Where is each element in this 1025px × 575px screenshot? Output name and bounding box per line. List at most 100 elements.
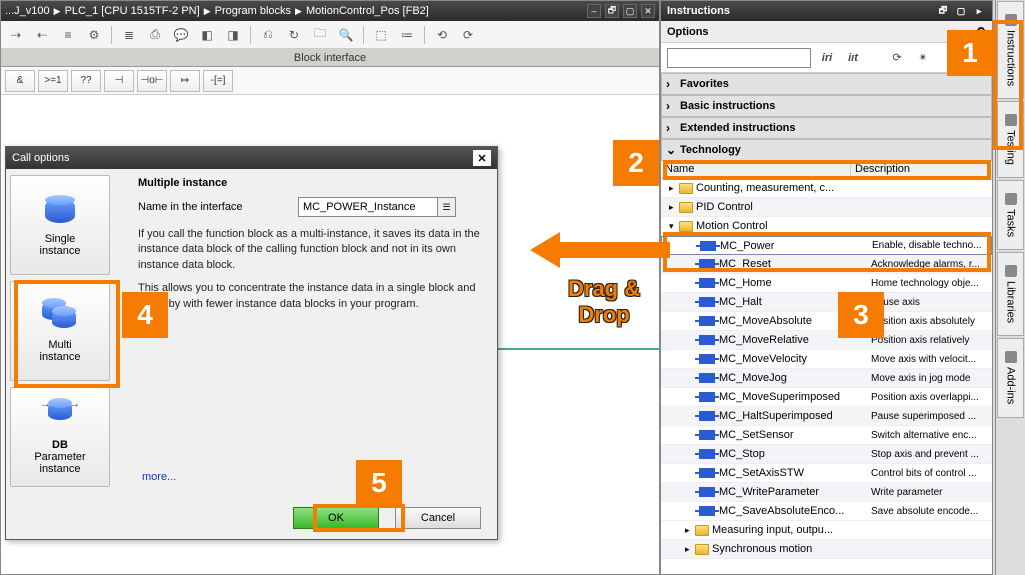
block-icon (699, 278, 715, 288)
panel-title: Instructions (667, 5, 730, 17)
operator-button[interactable]: -[=] (203, 70, 233, 92)
options-header[interactable]: Options ⚙ (661, 21, 992, 43)
tool-icon[interactable]: ⟳ (457, 24, 479, 46)
tree-item-mc_reset[interactable]: MC_ResetAcknowledge alarms, r... (661, 255, 992, 274)
breadcrumb-part[interactable]: PLC_1 [CPU 1515TF-2 PN] (65, 5, 200, 17)
tool-icon[interactable]: ≔ (396, 24, 418, 46)
tree-item-mc_movesuperimposed[interactable]: MC_MoveSuperimposedPosition axis overlap… (661, 388, 992, 407)
tool-icon[interactable]: 🗀 (309, 24, 331, 46)
tree-item-mc_movejog[interactable]: MC_MoveJogMove axis in jog mode (661, 369, 992, 388)
tree-item-mc_home[interactable]: MC_HomeHome technology obje... (661, 274, 992, 293)
tree-item-mc_saveabsoluteenco...[interactable]: MC_SaveAbsoluteEnco...Save absolute enco… (661, 502, 992, 521)
single-instance-option[interactable]: Single instance (10, 175, 110, 275)
breadcrumb-part[interactable]: MotionControl_Pos [FB2] (306, 5, 429, 17)
close-icon[interactable]: ✕ (641, 4, 655, 18)
operator-button[interactable]: ⊣o⊢ (137, 70, 167, 92)
tool-icon[interactable]: ≡ (57, 24, 79, 46)
tab-icon (1005, 265, 1017, 277)
panel-icon[interactable]: ▸ (972, 4, 986, 18)
panel-icon[interactable]: 🗗 (936, 4, 950, 18)
block-icon (699, 411, 715, 421)
tool-icon[interactable]: ⚙ (83, 24, 105, 46)
tree-item-mc_moveabsolute[interactable]: MC_MoveAbsolutePosition axis absolutely (661, 312, 992, 331)
folder-icon (679, 221, 693, 232)
close-icon[interactable]: ✕ (473, 150, 491, 166)
category-extended[interactable]: ›Extended instructions (661, 117, 992, 139)
tree-item-mc_stop[interactable]: MC_StopStop axis and prevent ... (661, 445, 992, 464)
category-favorites[interactable]: ›Favorites (661, 73, 992, 95)
block-interface-header[interactable]: Block interface (1, 49, 659, 67)
side-tab-testing[interactable]: Testing (997, 101, 1024, 178)
more-link[interactable]: more... (142, 471, 176, 483)
operator-button[interactable]: >=1 (38, 70, 68, 92)
tree-folder[interactable]: ▸PID Control (661, 198, 992, 217)
tool-icon[interactable]: ◧ (196, 24, 218, 46)
breadcrumb-part[interactable]: ...J_v100 (5, 5, 50, 17)
minimize-icon[interactable]: – (587, 4, 601, 18)
side-tab-addins[interactable]: Add-ins (997, 338, 1024, 417)
interface-name-input[interactable] (298, 197, 438, 217)
folder-icon (679, 202, 693, 213)
tree-item-mc_moverelative[interactable]: MC_MoveRelativePosition axis relatively (661, 331, 992, 350)
side-tab-libraries[interactable]: Libraries (997, 252, 1024, 336)
tree-folder[interactable]: ▸Counting, measurement, c... (661, 179, 992, 198)
tool-icon[interactable]: ⎌ (257, 24, 279, 46)
tab-icon (1005, 14, 1017, 26)
tree-folder-motion[interactable]: ▾Motion Control (661, 217, 992, 236)
gear-icon[interactable]: ⚙ (976, 25, 986, 38)
search-icon[interactable]: iıt (843, 48, 863, 68)
category-technology[interactable]: ⌄Technology (661, 139, 992, 161)
maximize-icon[interactable]: ▢ (623, 4, 637, 18)
side-tab-instructions[interactable]: Instructions (997, 1, 1024, 99)
search-input[interactable] (667, 48, 811, 68)
dialog-heading: Multiple instance (138, 177, 485, 189)
folder-icon (695, 525, 709, 536)
tree-item-mc_setsensor[interactable]: MC_SetSensorSwitch alternative enc... (661, 426, 992, 445)
tool-icon[interactable]: 💬 (170, 24, 192, 46)
tool-icon[interactable]: ◨ (222, 24, 244, 46)
operator-button[interactable]: ↦ (170, 70, 200, 92)
block-icon (699, 354, 715, 364)
tab-icon (1005, 193, 1017, 205)
tool-icon[interactable]: ⇠ (31, 24, 53, 46)
tool-icon[interactable]: ⬚ (370, 24, 392, 46)
search-icon[interactable]: iri (817, 48, 837, 68)
ok-button[interactable]: OK (293, 507, 379, 529)
dialog-title-bar[interactable]: Call options ✕ (6, 147, 497, 169)
breadcrumb-part[interactable]: Program blocks (215, 5, 291, 17)
parameter-instance-option[interactable]: →→ DBParameter instance (10, 387, 110, 487)
refresh-icon[interactable]: ⟳ (887, 48, 907, 68)
tree-item-mc_setaxisstw[interactable]: MC_SetAxisSTWControl bits of control ... (661, 464, 992, 483)
tool-icon[interactable]: ≣ (118, 24, 140, 46)
panel-icon[interactable]: ▢ (954, 4, 968, 18)
instruction-tree[interactable]: ▸Counting, measurement, c...▸PID Control… (661, 179, 992, 559)
window-icon[interactable]: 🗗 (605, 4, 619, 18)
tree-folder[interactable]: ▸Synchronous motion (661, 540, 992, 559)
block-icon (699, 316, 715, 326)
tool-icon[interactable]: 🔍 (335, 24, 357, 46)
cancel-button[interactable]: Cancel (395, 507, 481, 529)
dropdown-icon[interactable]: ☰ (438, 197, 456, 217)
tool-icon[interactable]: ⎙ (144, 24, 166, 46)
filter-icon[interactable]: ✴ (913, 48, 933, 68)
tool-icon[interactable]: ⇢ (5, 24, 27, 46)
tree-item-mc_movevelocity[interactable]: MC_MoveVelocityMove axis with velocit... (661, 350, 992, 369)
block-icon (699, 297, 715, 307)
tree-item-mc_power[interactable]: MC_PowerEnable, disable techno... (661, 236, 992, 255)
side-tab-tasks[interactable]: Tasks (997, 180, 1024, 250)
tree-item-mc_writeparameter[interactable]: MC_WriteParameterWrite parameter (661, 483, 992, 502)
instructions-panel: Instructions 🗗 ▢ ▸ Options ⚙ iri iıt ⟳ ✴ ›… (660, 0, 993, 575)
tool-icon[interactable]: ⟲ (431, 24, 453, 46)
tree-item-mc_halt[interactable]: MC_HaltPause axis (661, 293, 992, 312)
tree-item-mc_haltsuperimposed[interactable]: MC_HaltSuperimposedPause superimposed ..… (661, 407, 992, 426)
block-icon (699, 335, 715, 345)
tool-icon[interactable]: ↻ (283, 24, 305, 46)
tree-folder[interactable]: ▸Measuring input, outpu... (661, 521, 992, 540)
multi-instance-option[interactable]: Multi instance (10, 281, 110, 381)
operator-button[interactable]: & (5, 70, 35, 92)
operator-button[interactable]: ⊣ (104, 70, 134, 92)
breadcrumb-bar: ...J_v100▶ PLC_1 [CPU 1515TF-2 PN]▶ Prog… (1, 1, 659, 21)
operator-button[interactable]: ?? (71, 70, 101, 92)
category-basic[interactable]: ›Basic instructions (661, 95, 992, 117)
dialog-title: Call options (12, 152, 69, 164)
